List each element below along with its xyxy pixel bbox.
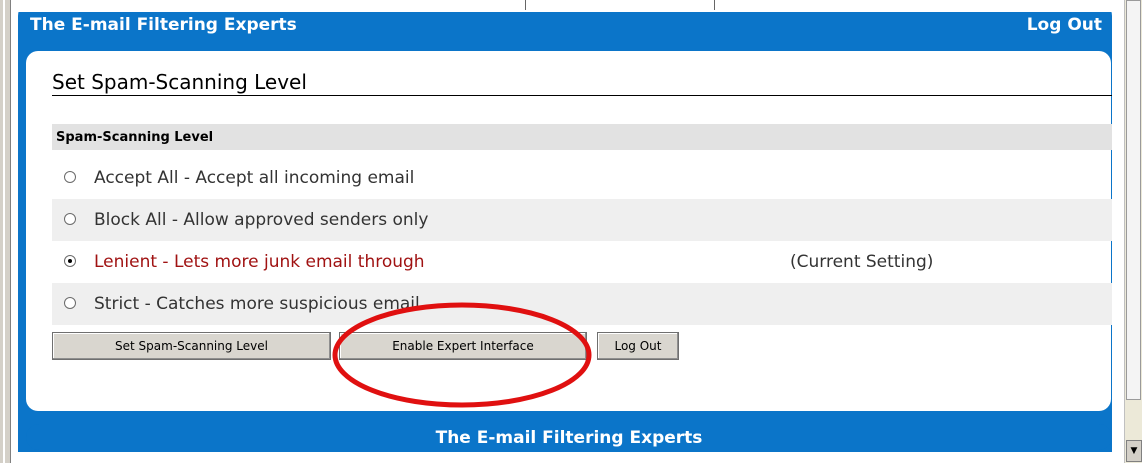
vertical-scrollbar[interactable]: ▼ [1124, 0, 1142, 463]
radio-block-all[interactable] [64, 213, 76, 225]
option-label: Block All - Allow approved senders only [94, 210, 429, 230]
option-row-block-all[interactable]: Block All - Allow approved senders only [52, 199, 1112, 241]
divider-mark [714, 0, 715, 10]
option-label-selected: Lenient - Lets more junk email through [94, 252, 425, 272]
footer-banner: The E-mail Filtering Experts [26, 424, 1112, 450]
bottom-strip [18, 452, 1112, 463]
title-divider [52, 95, 1112, 96]
radio-lenient[interactable] [64, 255, 76, 267]
header-logout-link[interactable]: Log Out [1027, 15, 1102, 35]
radio-accept-all[interactable] [64, 171, 76, 183]
top-banner: The E-mail Filtering Experts Log Out [30, 12, 1110, 38]
annotation-highlight-ellipse [332, 302, 592, 408]
option-row-lenient[interactable]: Lenient - Lets more junk email through (… [52, 241, 1112, 283]
radio-strict[interactable] [64, 297, 76, 309]
scrollbar-thumb[interactable] [1126, 0, 1141, 400]
set-spam-level-button[interactable]: Set Spam-Scanning Level [52, 332, 331, 360]
brand-title: The E-mail Filtering Experts [30, 15, 297, 35]
option-label: Accept All - Accept all incoming email [94, 168, 415, 188]
section-header-label: Spam-Scanning Level [56, 130, 214, 145]
current-setting-note: (Current Setting) [790, 252, 934, 272]
page-title: Set Spam-Scanning Level [52, 70, 307, 94]
window-frame-left [0, 0, 11, 463]
option-row-accept-all[interactable]: Accept All - Accept all incoming email [52, 157, 1112, 199]
divider-mark [525, 0, 526, 10]
logout-button[interactable]: Log Out [597, 332, 679, 360]
section-header: Spam-Scanning Level [52, 124, 1112, 150]
scroll-down-arrow-icon[interactable]: ▼ [1126, 440, 1142, 462]
footer-title: The E-mail Filtering Experts [435, 428, 703, 448]
cropped-top-strip [18, 0, 1112, 12]
